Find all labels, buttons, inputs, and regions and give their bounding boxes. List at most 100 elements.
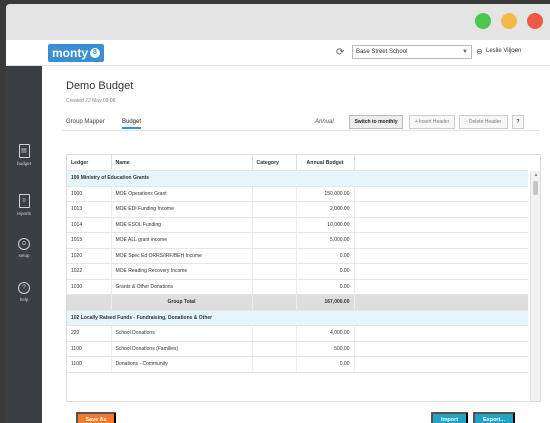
cell-category[interactable] — [252, 217, 297, 233]
sidebar-item-setup[interactable]: ⊙ setup — [6, 238, 42, 258]
group-header-row[interactable]: 100 Ministry of Education Grants — [67, 170, 528, 187]
table-row[interactable]: 1014 MOE ESOL Funding 10,000.00 — [67, 217, 528, 233]
cell-annual[interactable]: 4,000.00 — [296, 325, 355, 342]
tabs-divider — [62, 130, 540, 131]
sidebar-item-label: help — [19, 297, 29, 302]
group-title: 100 Ministry of Education Grants — [67, 170, 528, 187]
cell-name: MOE ALL grant income — [111, 232, 253, 249]
cell-category[interactable] — [252, 263, 297, 280]
sidebar-item-label: setup — [18, 253, 30, 258]
logo-badge-icon: 8 — [90, 48, 100, 58]
cell-annual[interactable]: 2,000.00 — [296, 201, 355, 218]
refresh-icon[interactable]: ⟳ — [336, 47, 344, 58]
cell-category[interactable] — [252, 279, 297, 295]
column-header-name[interactable]: Name — [111, 155, 253, 171]
cell-annual[interactable]: 0.00 — [296, 279, 355, 295]
main-content: Demo Budget Created 22 May 09:08 Group M… — [42, 66, 550, 423]
window-minimize-button[interactable] — [501, 13, 517, 29]
cell-category[interactable] — [252, 201, 297, 218]
cell-empty — [354, 248, 528, 264]
cell-empty — [354, 217, 528, 233]
cell-category[interactable] — [252, 248, 297, 264]
monty-logo[interactable]: monty 8 — [48, 44, 104, 62]
column-header-empty — [354, 155, 528, 171]
cell-annual[interactable]: 0.00 — [296, 248, 355, 264]
cell-ledger: 1030 — [67, 279, 112, 295]
table-row[interactable]: 1100 School Donations (Families) 500.00 — [67, 341, 528, 357]
sidebar-item-budget[interactable]: ▤ budget — [6, 144, 42, 166]
cell-name: School Donations — [111, 325, 253, 342]
sidebar-item-help[interactable]: ? help — [6, 282, 42, 302]
table-row[interactable]: 1022 MOE Reading Recovery Income 0.00 — [67, 263, 528, 280]
cell-category[interactable] — [252, 232, 297, 249]
chevron-up-icon[interactable]: ▲ — [531, 171, 540, 179]
cell-empty — [252, 294, 297, 311]
export-button[interactable]: Export... — [473, 412, 515, 423]
group-total-value: 167,000.00 — [296, 294, 355, 311]
sidebar: ▤ budget ≡ reports ⊙ setup ? help — [6, 66, 42, 423]
cell-annual[interactable]: 0.00 — [296, 356, 355, 373]
cell-category[interactable] — [252, 356, 297, 373]
setup-icon: ⊙ — [18, 238, 30, 250]
cell-annual[interactable]: 150,000.00 — [296, 186, 355, 202]
sidebar-item-label: reports — [16, 211, 31, 216]
scrollbar-thumb[interactable] — [533, 181, 538, 195]
user-name[interactable]: Leslie Viljoen — [486, 48, 521, 54]
school-select-value: Base Street School — [356, 49, 408, 55]
cell-ledger: 1020 — [67, 248, 112, 264]
switch-to-monthly-button[interactable]: Switch to monthly — [349, 115, 403, 129]
table-row[interactable]: 1030 Grants & Other Donations 0.00 — [67, 279, 528, 295]
cell-name: Grants & Other Donations — [111, 279, 253, 295]
table-row[interactable]: 1013 MOE EDI Funding Income 2,000.00 — [67, 201, 528, 218]
cell-empty — [354, 294, 528, 311]
table-row[interactable]: 220 School Donations 4,000.00 — [67, 325, 528, 342]
table-row[interactable]: 1015 MOE ALL grant income 5,000.00 — [67, 232, 528, 249]
cell-category[interactable] — [252, 341, 297, 357]
cell-name: MOE Operations Grant — [111, 186, 253, 202]
tab-budget[interactable]: Budget — [122, 119, 142, 129]
sidebar-item-reports[interactable]: ≡ reports — [6, 194, 42, 216]
cell-empty — [354, 325, 528, 342]
tab-group-mapper[interactable]: Group Mapper — [66, 119, 105, 125]
cell-annual[interactable]: 0.00 — [296, 263, 355, 280]
column-header-annual-budget[interactable]: Annual Budget — [296, 155, 355, 171]
column-header-ledger[interactable]: Ledger — [67, 155, 112, 171]
user-icon: ⊖ — [476, 47, 483, 56]
window-close-button[interactable] — [527, 13, 543, 29]
column-header-category[interactable]: Category — [252, 155, 297, 171]
table-row[interactable]: 1100 Donations - Community 0.00 — [67, 356, 528, 373]
window-maximize-button[interactable] — [475, 13, 491, 29]
app-topbar: monty 8 ⟳ Base Street School ▼ ⊖ Leslie … — [6, 40, 550, 66]
action-bar: Save As Import Export... — [66, 412, 541, 423]
save-as-button[interactable]: Save As — [76, 412, 116, 423]
cell-empty — [354, 186, 528, 202]
app-window: monty 8 ⟳ Base Street School ▼ ⊖ Leslie … — [6, 4, 550, 423]
import-button[interactable]: Import — [431, 412, 468, 423]
window-titlebar — [6, 4, 550, 40]
table-header-row: Ledger Name Category Annual Budget — [67, 155, 528, 171]
table-row[interactable]: 1020 MOE Spec Ed ORRS/IRF/BEH Income 0.0… — [67, 248, 528, 264]
cell-ledger: 1100 — [67, 341, 112, 357]
cell-category[interactable] — [252, 186, 297, 202]
cell-annual[interactable]: 500.00 — [296, 341, 355, 357]
budget-table: Ledger Name Category Annual Budget 100 M… — [67, 155, 528, 373]
page-subtitle: Created 22 May 09:08 — [66, 98, 116, 104]
help-button[interactable]: ? — [512, 115, 524, 129]
cell-ledger: 1022 — [67, 263, 112, 280]
cell-annual[interactable]: 10,000.00 — [296, 217, 355, 233]
cell-empty — [354, 279, 528, 295]
cell-category[interactable] — [252, 325, 297, 342]
insert-header-button[interactable]: + Insert Header — [409, 115, 455, 129]
group-title: 102 Locally Raised Funds - Fundraising, … — [67, 310, 528, 326]
app-area: monty 8 ⟳ Base Street School ▼ ⊖ Leslie … — [6, 40, 550, 423]
delete-header-button[interactable]: - Delete Header — [459, 115, 508, 129]
group-header-row[interactable]: 102 Locally Raised Funds - Fundraising, … — [67, 310, 528, 326]
table-row[interactable]: 1000 MOE Operations Grant 150,000.00 — [67, 186, 528, 202]
cell-name: MOE EDI Funding Income — [111, 201, 253, 218]
table-scrollbar[interactable]: ▲ — [530, 171, 540, 401]
cell-annual[interactable]: 5,000.00 — [296, 232, 355, 249]
cell-ledger: 1013 — [67, 201, 112, 218]
school-select[interactable]: Base Street School ▼ — [352, 45, 472, 59]
help-icon: ? — [18, 282, 30, 294]
cell-name: MOE Reading Recovery Income — [111, 263, 253, 280]
